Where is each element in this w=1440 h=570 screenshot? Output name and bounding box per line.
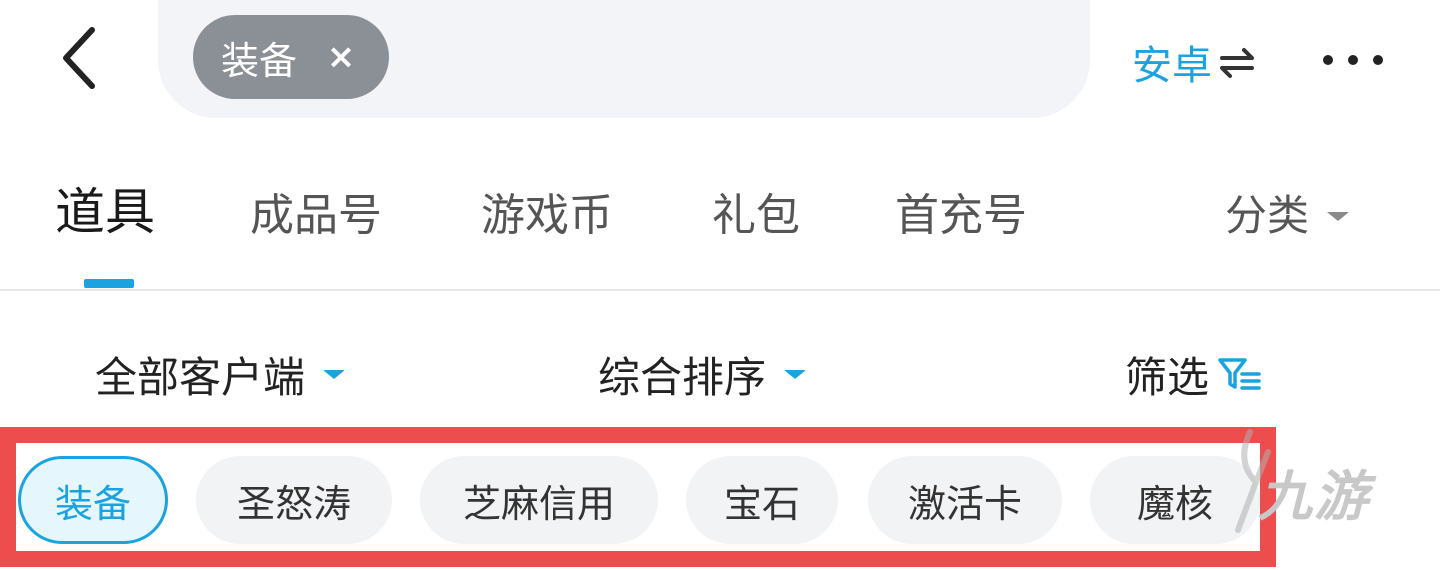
funnel-filter-icon [1218, 358, 1261, 390]
search-tag-label: 装备 [221, 38, 298, 83]
back-button[interactable] [52, 22, 108, 94]
active-tab-indicator [84, 279, 134, 288]
screen-filter-label: 筛选 [1125, 352, 1210, 402]
chevron-left-icon [63, 27, 95, 89]
divider [0, 289, 1440, 291]
tab-props[interactable]: 道具 [55, 182, 155, 242]
sort-dropdown[interactable]: 综合排序 [598, 344, 807, 404]
more-menu-button[interactable] [1318, 40, 1388, 80]
category-label: 分类 [1225, 191, 1310, 240]
watermark-logo: 九游 [1258, 465, 1370, 528]
search-tag-chip[interactable]: 装备 × [193, 15, 389, 99]
platform-switch[interactable]: 安卓 [1132, 34, 1256, 90]
highlight-frame [0, 427, 1276, 567]
search-box[interactable]: 装备 × [158, 0, 1090, 118]
tab-accounts[interactable]: 成品号 [250, 186, 382, 246]
category-dropdown[interactable]: 分类 [1225, 186, 1350, 246]
swap-icon [1220, 48, 1254, 78]
caret-down-icon [784, 369, 807, 379]
screen-filter-button[interactable]: 筛选 [1125, 344, 1263, 404]
tab-first-charge[interactable]: 首充号 [895, 186, 1027, 246]
tab-gift-packs[interactable]: 礼包 [712, 186, 800, 246]
caret-down-icon [1327, 211, 1350, 221]
tab-game-coins[interactable]: 游戏币 [481, 186, 613, 246]
platform-label: 安卓 [1132, 43, 1212, 89]
more-dots-icon [1323, 55, 1383, 65]
sort-label: 综合排序 [598, 352, 767, 402]
client-filter-label: 全部客户端 [95, 352, 306, 402]
close-icon[interactable]: × [323, 35, 359, 79]
caret-down-icon [323, 369, 346, 379]
client-filter-dropdown[interactable]: 全部客户端 [95, 344, 346, 404]
